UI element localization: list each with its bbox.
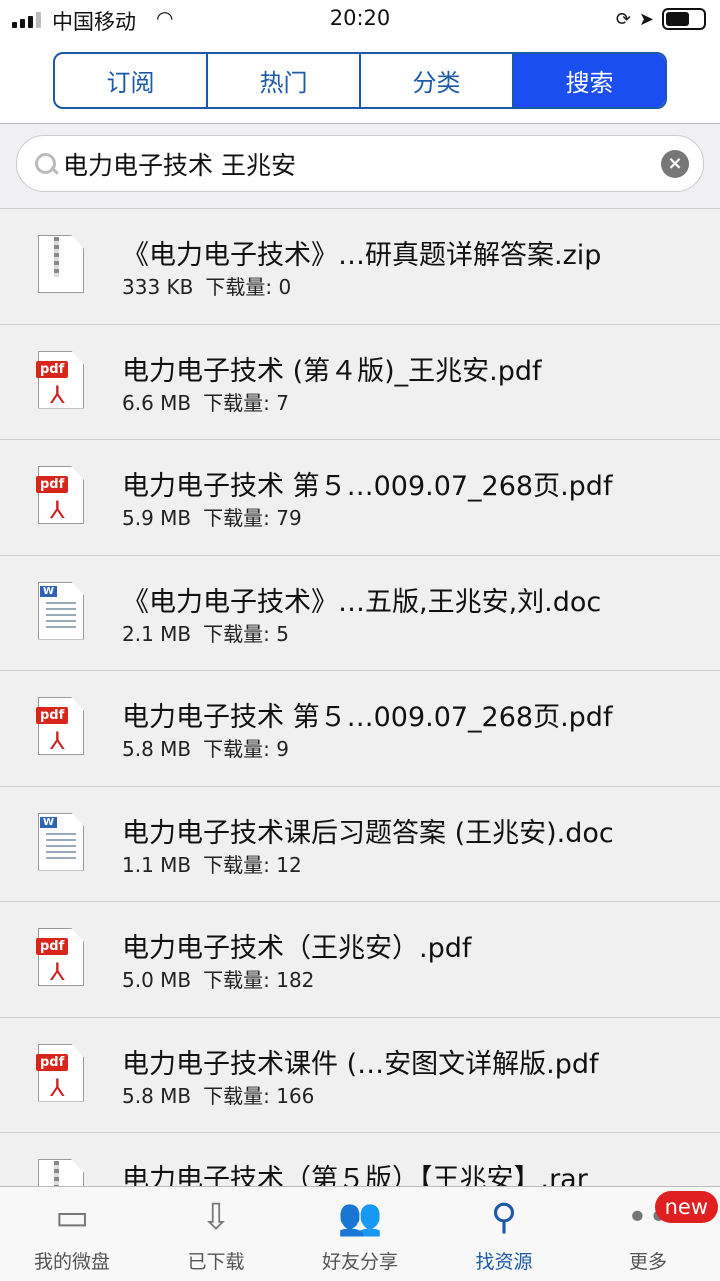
tab-search[interactable]: 搜索: [514, 54, 665, 107]
tab-label: 找资源: [475, 1251, 533, 1273]
disk-icon: ▭: [54, 1196, 89, 1238]
pdf-file-icon: pdf ⅄: [36, 697, 86, 755]
tab-label: 更多: [628, 1251, 667, 1273]
file-list: 《电力电子技术》…研真题详解答案.zip 333 KB 下载量: 0 pdf ⅄ 电力…: [0, 209, 720, 1249]
file-name: 电力电子技术课件 (…安图文详解版.pdf: [122, 1048, 599, 1080]
file-size: 5.0 MB: [122, 968, 192, 992]
download-icon: ⇩: [200, 1196, 232, 1238]
file-meta: 1.1 MB 下载量: 12: [122, 849, 314, 878]
download-count: 下载量: 79: [203, 506, 302, 530]
file-name: 《电力电子技术》…研真题详解答案.zip: [122, 240, 602, 271]
status-bar: 中国移动 ◠ 20:20 ⟳ ➤: [0, 0, 720, 40]
file-size: 333 KB: [122, 275, 194, 299]
search-area: 电力电子技术 王兆安 ×: [0, 125, 720, 209]
tab-hot[interactable]: 热门: [208, 54, 361, 107]
pdf-file-icon: pdf ⅄: [36, 928, 86, 986]
file-row[interactable]: pdf ⅄ 电力电子技术 第５…009.07_268页.pdf 5.9 MB 下载量…: [0, 440, 720, 556]
download-count: 下载量: 5: [203, 621, 289, 646]
download-count: 下载量: 0: [205, 275, 292, 299]
file-meta: 2.1 MB 下载量: 5: [122, 618, 301, 647]
file-size: 6.6 MB: [122, 390, 192, 415]
file-size: 1.1 MB: [122, 852, 192, 877]
file-row[interactable]: pdf ⅄ 电力电子技术（王兆安）.pdf 5.0 MB 下载量: 182: [0, 902, 720, 1018]
file-meta: 333 KB 下载量: 0: [122, 271, 303, 300]
zip-file-icon: [36, 235, 86, 293]
clear-icon[interactable]: ×: [661, 149, 689, 178]
file-size: 2.1 MB: [122, 621, 192, 646]
rotation-lock-icon: ⟳: [615, 8, 631, 30]
search-input[interactable]: 电力电子技术 王兆安 ×: [16, 135, 704, 192]
file-name: 电力电子技术 (第４版)_王兆安.pdf: [122, 355, 542, 387]
new-badge: new: [654, 1191, 718, 1223]
search-icon: [33, 151, 59, 177]
pdf-file-icon: pdf ⅄: [36, 466, 86, 524]
download-count: 下载量: 9: [203, 737, 289, 761]
doc-file-icon: W: [36, 812, 86, 871]
download-count: 下载量: 182: [203, 968, 315, 992]
tab-label: 我的微盘: [33, 1251, 110, 1273]
battery-icon: [662, 8, 706, 30]
file-size: 5.8 MB: [122, 1083, 192, 1108]
file-meta: 6.6 MB 下载量: 7: [122, 387, 301, 416]
file-meta: 5.0 MB 下载量: 182: [122, 964, 326, 993]
file-name: 电力电子技术 第５…009.07_268页.pdf: [122, 702, 613, 733]
pdf-file-icon: pdf ⅄: [36, 350, 86, 409]
tab-category[interactable]: 分类: [361, 54, 514, 107]
pdf-file-icon: pdf ⅄: [36, 1043, 86, 1102]
tab-item[interactable]: •• 更多 new: [576, 1187, 720, 1281]
tab-item[interactable]: ⇩ 已下载: [144, 1187, 288, 1281]
file-row[interactable]: W 《电力电子技术》…五版,王兆安,刘.doc 2.1 MB 下载量: 5: [0, 555, 720, 671]
file-size: 5.9 MB: [122, 506, 192, 530]
file-meta: 5.9 MB 下载量: 79: [122, 502, 314, 531]
friends-icon: 👥: [337, 1197, 383, 1238]
file-name: 《电力电子技术》…五版,王兆安,刘.doc: [122, 586, 602, 618]
file-row[interactable]: W 电力电子技术课后习题答案 (王兆安).doc 1.1 MB 下载量: 12: [0, 786, 720, 902]
file-name: 电力电子技术（王兆安）.pdf: [122, 933, 472, 964]
search-value[interactable]: 电力电子技术 王兆安: [63, 146, 661, 182]
tab-label: 已下载: [187, 1251, 245, 1273]
clock: 20:20: [329, 6, 391, 30]
tab-item[interactable]: 👥 好友分享: [288, 1187, 432, 1281]
file-meta: 5.8 MB 下载量: 9: [122, 733, 301, 762]
search-icon: ⚲: [490, 1196, 518, 1238]
header: 订阅 热门 分类 搜索: [0, 40, 720, 124]
segmented-control: 订阅 热门 分类 搜索: [53, 52, 667, 109]
download-count: 下载量: 7: [203, 390, 289, 415]
tab-label: 好友分享: [321, 1251, 398, 1273]
file-row[interactable]: pdf ⅄ 电力电子技术课件 (…安图文详解版.pdf 5.8 MB 下载量: 16…: [0, 1017, 720, 1133]
file-name: 电力电子技术 第５…009.07_268页.pdf: [122, 471, 613, 502]
file-name: 电力电子技术课后习题答案 (王兆安).doc: [122, 817, 614, 849]
tab-bar: ▭ 我的微盘 ⇩ 已下载 👥 好友分享 ⚲ 找资源 •• 更多 new: [0, 1186, 720, 1281]
file-size: 5.8 MB: [122, 737, 192, 761]
location-icon: ➤: [638, 8, 654, 30]
tab-item[interactable]: ▭ 我的微盘: [0, 1187, 144, 1281]
tab-item[interactable]: ⚲ 找资源: [432, 1187, 576, 1281]
file-meta: 5.8 MB 下载量: 166: [122, 1080, 326, 1109]
download-count: 下载量: 12: [203, 852, 302, 877]
file-row[interactable]: 《电力电子技术》…研真题详解答案.zip 333 KB 下载量: 0: [0, 209, 720, 325]
file-row[interactable]: pdf ⅄ 电力电子技术 (第４版)_王兆安.pdf 6.6 MB 下载量: 7: [0, 324, 720, 440]
doc-file-icon: W: [36, 581, 86, 640]
download-count: 下载量: 166: [203, 1083, 315, 1108]
file-row[interactable]: pdf ⅄ 电力电子技术 第５…009.07_268页.pdf 5.8 MB 下载量…: [0, 671, 720, 787]
tab-subscribe[interactable]: 订阅: [55, 54, 208, 107]
